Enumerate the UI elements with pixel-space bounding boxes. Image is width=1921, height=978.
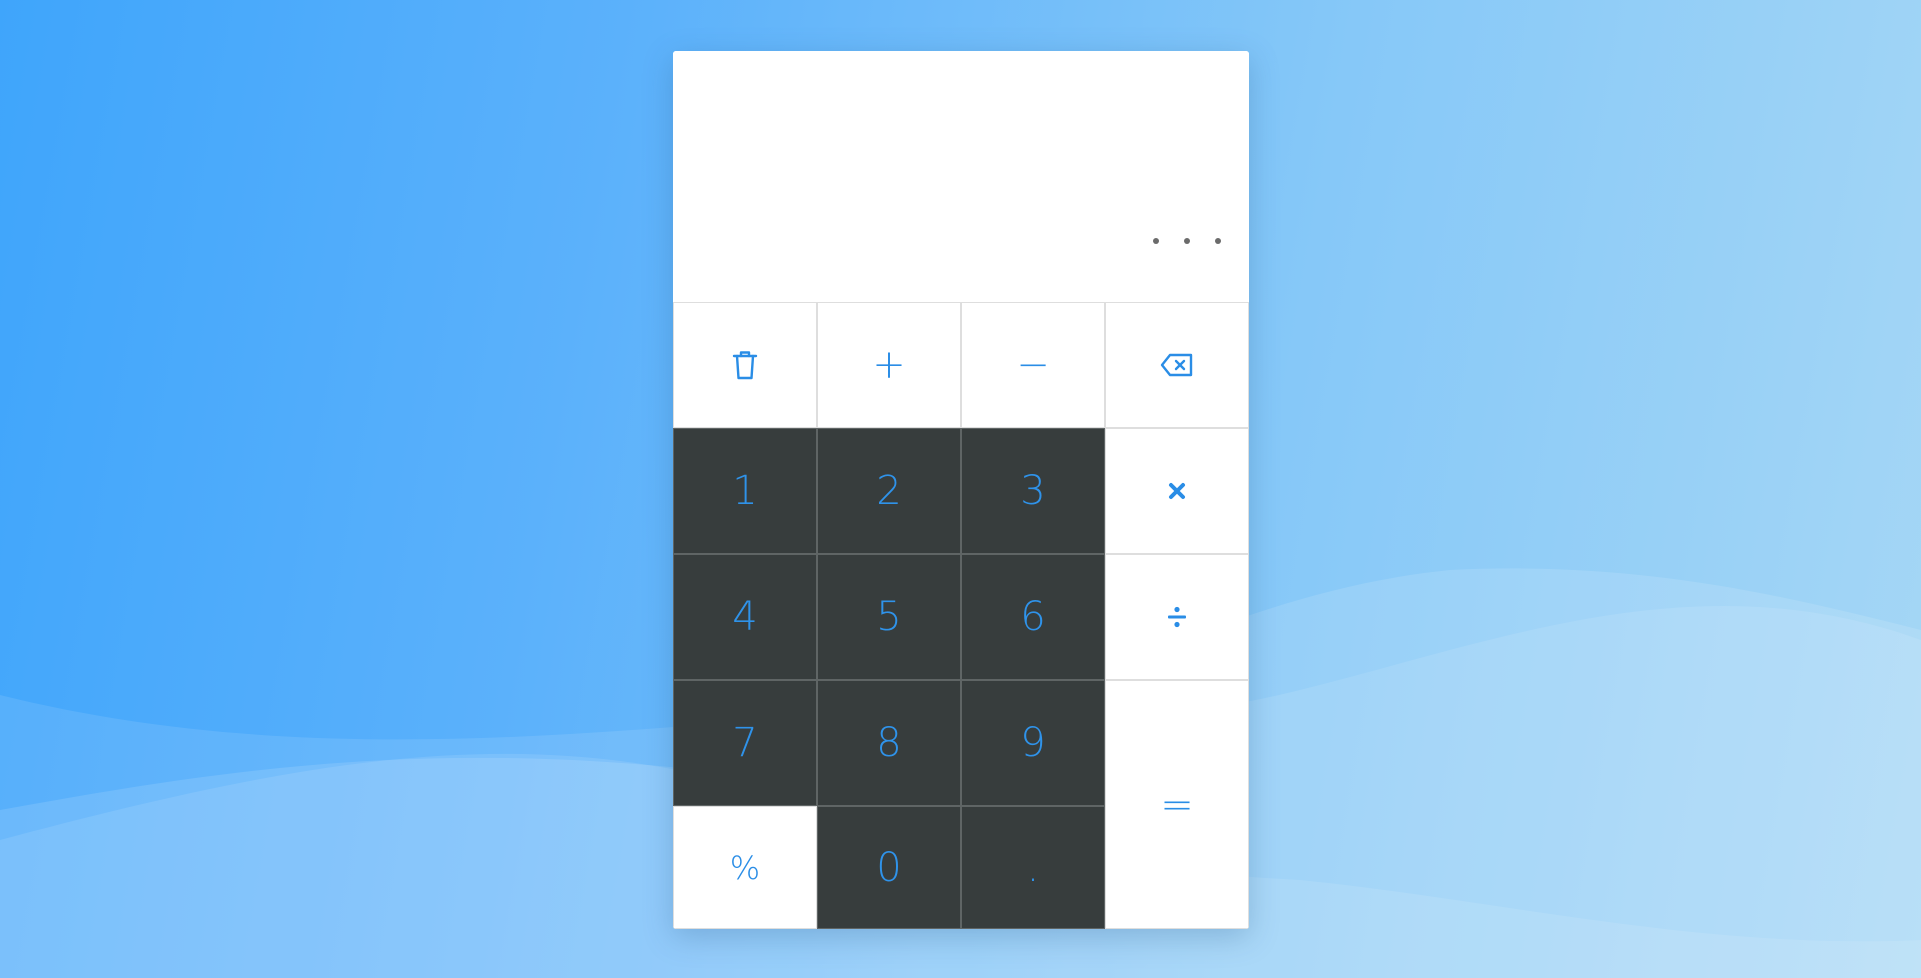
multiply-button[interactable] — [1105, 428, 1249, 554]
decimal-button[interactable]: . — [961, 806, 1105, 929]
calculator-display — [673, 51, 1249, 302]
digit-2-button[interactable]: 2 — [817, 428, 961, 554]
percent-button[interactable]: % — [673, 806, 817, 929]
plus-button[interactable]: + — [817, 302, 961, 428]
digit-8-button[interactable]: 8 — [817, 680, 961, 806]
digit-9-button[interactable]: 9 — [961, 680, 1105, 806]
more-options-button[interactable] — [1153, 229, 1221, 253]
calculator: + − 1 2 3 4 5 6 7 8 9 = % 0 . — [673, 51, 1249, 929]
digit-1-button[interactable]: 1 — [673, 428, 817, 554]
more-horizontal-icon — [1153, 238, 1221, 244]
trash-icon — [731, 349, 759, 381]
digit-7-button[interactable]: 7 — [673, 680, 817, 806]
clear-button[interactable] — [673, 302, 817, 428]
backspace-icon — [1160, 353, 1194, 377]
digit-5-button[interactable]: 5 — [817, 554, 961, 680]
divide-button[interactable] — [1105, 554, 1249, 680]
divide-icon — [1167, 606, 1187, 628]
digit-4-button[interactable]: 4 — [673, 554, 817, 680]
digit-3-button[interactable]: 3 — [961, 428, 1105, 554]
equals-button[interactable]: = — [1105, 680, 1249, 929]
minus-button[interactable]: − — [961, 302, 1105, 428]
multiply-icon — [1168, 482, 1186, 500]
backspace-button[interactable] — [1105, 302, 1249, 428]
digit-0-button[interactable]: 0 — [817, 806, 961, 929]
digit-6-button[interactable]: 6 — [961, 554, 1105, 680]
